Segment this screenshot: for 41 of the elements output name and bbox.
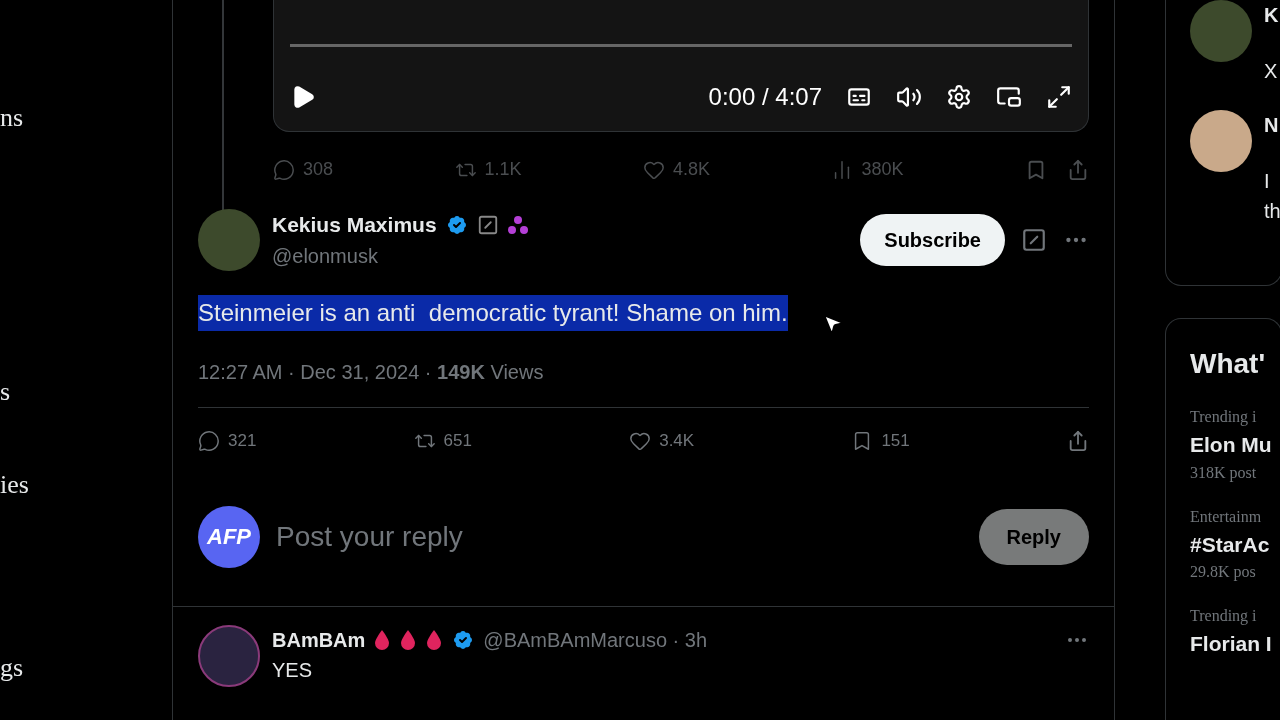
drop-icon: [399, 628, 418, 651]
affiliate-icon: [476, 214, 499, 236]
user-name[interactable]: K: [1264, 0, 1279, 30]
picture-in-picture-icon[interactable]: [996, 84, 1022, 110]
trend-item[interactable]: Trending i Florian I: [1190, 604, 1280, 660]
video-player[interactable]: 0:00 / 4:07: [273, 0, 1089, 132]
user-avatar: AFP: [198, 505, 260, 568]
user-name[interactable]: N: [1264, 110, 1280, 140]
sidebar-item[interactable]: gs: [0, 648, 24, 687]
progress-track[interactable]: [290, 44, 1072, 47]
settings-icon[interactable]: [946, 84, 972, 110]
reply-text: YES: [272, 657, 314, 683]
author-name[interactable]: BAmBAm: [272, 624, 366, 655]
reply-icon: [273, 158, 295, 181]
post-text: Steinmeier is an anti democratic tyrant! Shame on him.: [198, 295, 788, 331]
share-icon[interactable]: [1067, 429, 1089, 452]
reply-button[interactable]: 321: [198, 428, 257, 454]
author-name[interactable]: Kekius Maximus: [272, 209, 437, 241]
trends-title: What': [1190, 347, 1267, 381]
like-button[interactable]: 3.4K: [629, 428, 695, 454]
subscribe-button[interactable]: Subscribe: [860, 214, 1005, 266]
video-time: 0:00 / 4:07: [708, 82, 822, 112]
drop-icon: [425, 628, 444, 651]
user-bio: X: [1264, 59, 1279, 84]
sidebar-item[interactable]: ns: [0, 98, 24, 137]
repost-button[interactable]: 651: [413, 428, 472, 454]
author-handle[interactable]: @elonmusk: [272, 244, 378, 267]
drop-icon: [373, 628, 392, 651]
reply-icon: [198, 429, 220, 452]
user-bio: I: [1264, 169, 1271, 194]
fullscreen-icon[interactable]: [1046, 84, 1072, 110]
volume-icon[interactable]: [896, 84, 922, 110]
post-meta: 12:27 AM · Dec 31, 2024 · 149K Views: [198, 360, 545, 385]
group-icon: [506, 214, 529, 236]
user-bio: th: [1264, 199, 1280, 224]
sidebar-item[interactable]: s: [0, 372, 11, 411]
sidebar-item[interactable]: ies: [0, 465, 29, 504]
trend-item[interactable]: Entertainm #StarAc 29.8K pos: [1190, 504, 1280, 584]
author-handle[interactable]: @BAmBAmMarcuso · 3h: [483, 624, 708, 655]
bookmark-button[interactable]: 151: [851, 428, 910, 454]
trend-item[interactable]: Trending i Elon Mu 318K post: [1190, 405, 1280, 485]
